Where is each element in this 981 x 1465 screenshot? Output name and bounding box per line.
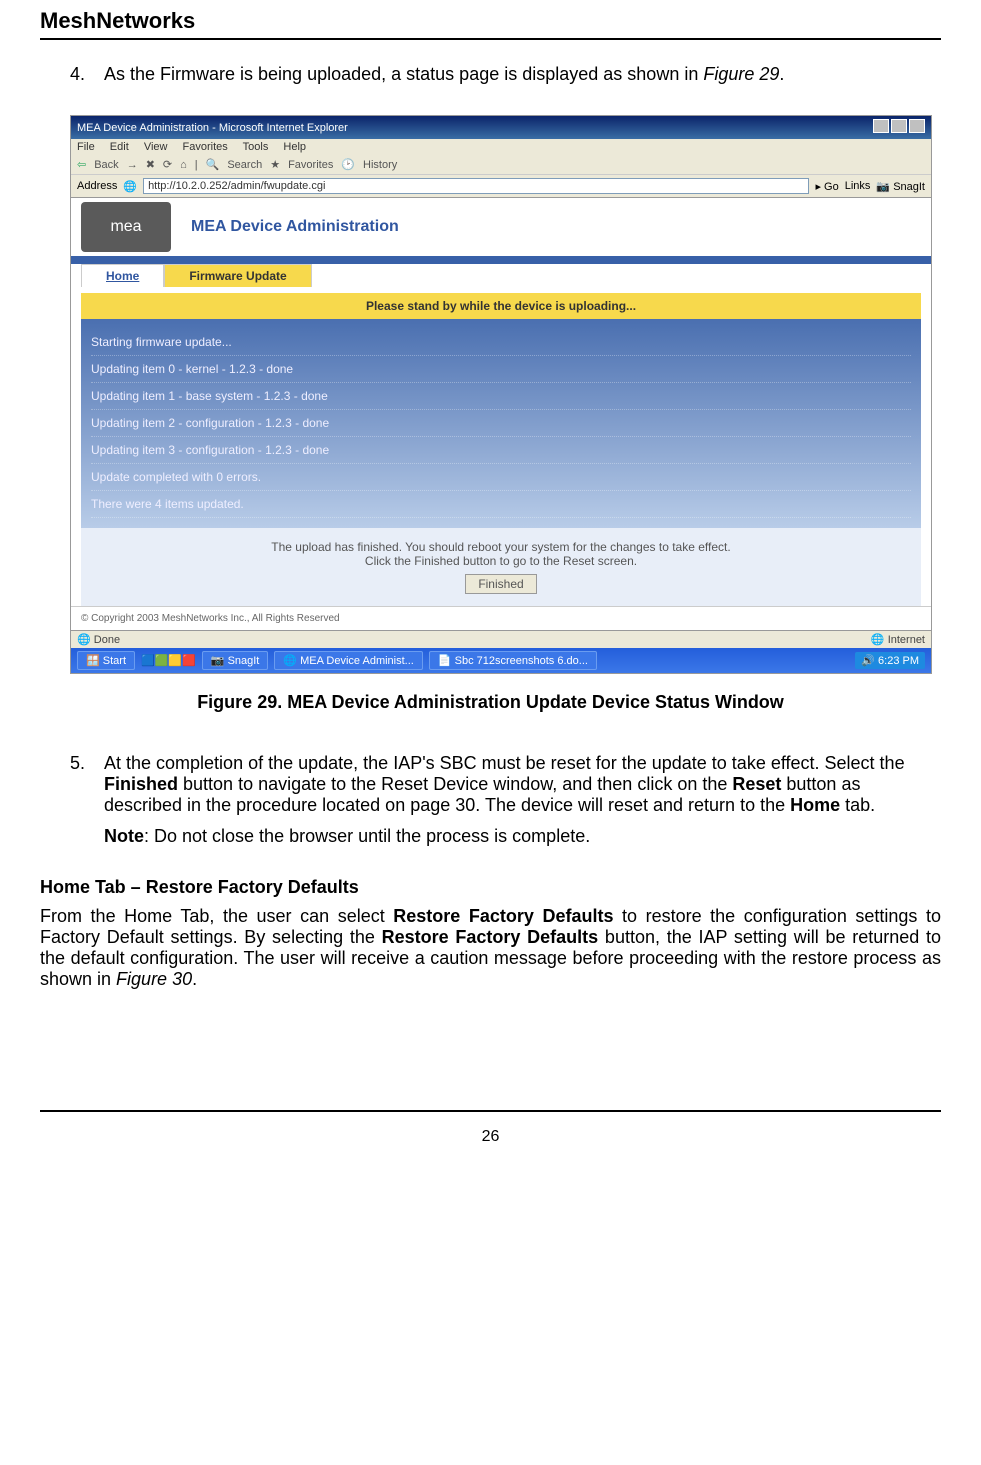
step4-suffix: . [779,64,784,84]
status-line: Updating item 1 - base system - 1.2.3 - … [91,383,911,410]
menu-favorites[interactable]: Favorites [183,141,228,153]
figure-reference: Figure 29 [703,64,779,84]
quick-launch[interactable]: 🟦🟩🟨🟥 [141,654,196,667]
document-header: MeshNetworks [40,0,941,40]
step-text: At the completion of the update, the IAP… [104,753,941,847]
figure-30-ref: Figure 30 [116,969,192,989]
history-icon[interactable]: 🕑 [341,158,355,171]
step5-text-b: button to navigate to the Reset Device w… [178,774,732,794]
taskbar-mea[interactable]: 🌐 MEA Device Administ... [274,651,422,670]
step5-text-a: At the completion of the update, the IAP… [104,753,905,773]
menu-tools[interactable]: Tools [243,141,269,153]
menu-edit[interactable]: Edit [110,141,129,153]
windows-taskbar: 🪟 Start 🟦🟩🟨🟥 📷 SnagIt 🌐 MEA Device Admin… [71,648,931,673]
rfd-bold-2: Restore Factory Defaults [382,927,599,947]
step5-text-d: tab. [840,795,875,815]
back-button[interactable]: Back [94,159,118,171]
page-number: 26 [482,1128,500,1145]
start-button[interactable]: 🪟 Start [77,651,135,670]
status-line: Updating item 3 - configuration - 1.2.3 … [91,437,911,464]
browser-statusbar: 🌐 Done 🌐 Internet [71,630,931,648]
tab-row: Home Firmware Update [71,264,931,287]
step-text: As the Firmware is being uploaded, a sta… [104,64,941,85]
url-input[interactable]: http://10.2.0.252/admin/fwupdate.cgi [143,178,809,194]
browser-toolbar: ⇦ Back → ✖ ⟳ ⌂ | 🔍 Search ★ Favorites 🕑 His… [71,155,931,175]
tab-firmware-update[interactable]: Firmware Update [164,264,311,287]
step-number: 4. [70,64,104,85]
mea-logo: mea [81,202,171,252]
window-titlebar: MEA Device Administration - Microsoft In… [71,116,931,139]
para-d: . [192,969,197,989]
links-label[interactable]: Links [845,180,871,192]
home-bold: Home [790,795,840,815]
upload-banner: Please stand by while the device is uplo… [81,293,921,319]
minimize-icon[interactable] [873,119,889,133]
separator: | [195,159,198,171]
search-button[interactable]: Search [227,159,262,171]
status-internet: 🌐 Internet [871,633,925,646]
tab-home[interactable]: Home [81,264,164,287]
reset-bold: Reset [732,774,781,794]
finish-line-1: The upload has finished. You should rebo… [93,540,909,554]
forward-icon[interactable]: → [127,159,138,171]
status-area: Starting firmware update... Updating ite… [81,319,921,528]
window-title: MEA Device Administration - Microsoft In… [77,122,348,134]
go-button[interactable]: ▸ Go [815,180,838,193]
menu-bar: File Edit View Favorites Tools Help [71,139,931,155]
mea-page-title: MEA Device Administration [191,218,399,236]
note-text: : Do not close the browser until the pro… [144,826,590,846]
back-icon[interactable]: ⇦ [77,158,86,171]
status-done: 🌐 Done [77,633,120,646]
menu-view[interactable]: View [144,141,168,153]
note-label: Note [104,826,144,846]
history-button[interactable]: History [363,159,397,171]
figure-caption: Figure 29. MEA Device Administration Upd… [40,692,941,713]
refresh-icon[interactable]: ⟳ [163,158,172,171]
status-line: Updating item 0 - kernel - 1.2.3 - done [91,356,911,383]
screenshot-figure-29: MEA Device Administration - Microsoft In… [70,115,932,674]
snagit-addon[interactable]: 📷 SnagIt [876,180,925,193]
rfd-bold-1: Restore Factory Defaults [393,906,613,926]
copyright-text: © Copyright 2003 MeshNetworks Inc., All … [71,606,931,630]
system-tray[interactable]: 🔊 6:23 PM [855,652,925,669]
finish-message: The upload has finished. You should rebo… [81,528,921,606]
section-paragraph: From the Home Tab, the user can select R… [40,906,941,990]
menu-help[interactable]: Help [283,141,306,153]
favorites-button[interactable]: Favorites [288,159,333,171]
menu-file[interactable]: File [77,141,95,153]
section-heading: Home Tab – Restore Factory Defaults [40,877,941,898]
stop-icon[interactable]: ✖ [146,158,155,171]
status-line: Starting firmware update... [91,329,911,356]
maximize-icon[interactable] [891,119,907,133]
taskbar-snagit[interactable]: 📷 SnagIt [202,651,269,670]
clock: 6:23 PM [878,655,919,667]
window-control-buttons[interactable] [871,119,925,136]
address-bar: Address 🌐 http://10.2.0.252/admin/fwupda… [71,175,931,198]
step4-text: As the Firmware is being uploaded, a sta… [104,64,703,84]
favorites-icon[interactable]: ★ [270,158,280,171]
address-label: Address [77,180,117,192]
step-4: 4. As the Firmware is being uploaded, a … [70,64,941,85]
step-number: 5. [70,753,104,847]
finished-button[interactable]: Finished [465,574,536,594]
home-icon[interactable]: ⌂ [180,159,187,171]
para-a: From the Home Tab, the user can select [40,906,393,926]
status-line: Update completed with 0 errors. [91,464,911,491]
finished-bold: Finished [104,774,178,794]
search-icon[interactable]: 🔍 [206,158,220,171]
mea-header: mea MEA Device Administration [71,198,931,264]
finish-line-2: Click the Finished button to go to the R… [93,554,909,568]
taskbar-sbc[interactable]: 📄 Sbc 712screenshots 6.do... [429,651,597,670]
step-5: 5. At the completion of the update, the … [70,753,941,847]
page-content: mea MEA Device Administration Home Firmw… [71,198,931,630]
ie-icon: 🌐 [123,180,137,193]
page-footer: 26 [40,1110,941,1146]
status-line: Updating item 2 - configuration - 1.2.3 … [91,410,911,437]
status-line: There were 4 items updated. [91,491,911,518]
close-icon[interactable] [909,119,925,133]
